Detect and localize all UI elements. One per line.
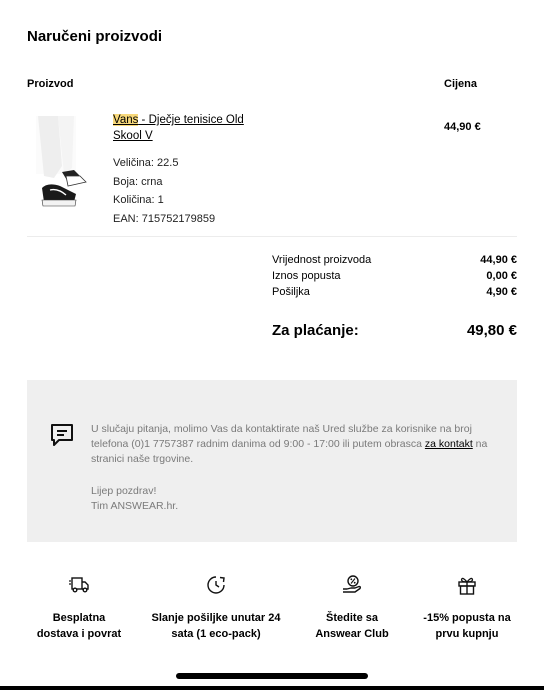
- feature-label: Besplatna: [52, 612, 106, 624]
- summary-value: 0,00 €: [486, 270, 517, 282]
- summary-label: Pošiljka: [272, 286, 310, 298]
- feature-label: Answear Club: [315, 628, 389, 640]
- feature-label: dostava i povrat: [36, 628, 122, 640]
- greeting: Lijep pozdrav! Tim ANSWEAR.hr.: [91, 484, 178, 514]
- product-price: 44,90 €: [444, 121, 481, 133]
- price-column-header: Cijena: [444, 78, 478, 90]
- product-image[interactable]: [28, 116, 98, 216]
- feature-label: sata (1 eco-pack): [171, 628, 261, 640]
- bottom-edge: [0, 686, 544, 690]
- feature-label: prvu kupnju: [435, 628, 499, 640]
- product-name-link[interactable]: Vans - Dječje tenisice Old Skool V: [113, 112, 263, 144]
- feature-answear-club: Štedite sa Answear Club: [288, 574, 416, 642]
- contact-text: U slučaju pitanja, molimo Vas da kontakt…: [91, 423, 472, 450]
- divider: [27, 236, 517, 237]
- contact-message: U slučaju pitanja, molimo Vas da kontakt…: [91, 422, 496, 467]
- home-indicator[interactable]: [176, 673, 368, 679]
- feature-first-purchase-discount: -15% popusta na prvu kupnju: [412, 574, 522, 642]
- feature-label: Slanje pošiljke unutar 24: [151, 612, 281, 624]
- contact-form-link[interactable]: za kontakt: [425, 438, 473, 450]
- feature-label: Štedite sa: [326, 612, 378, 624]
- discount-hand-icon: [343, 575, 362, 593]
- total-value: 49,80 €: [466, 322, 517, 339]
- product-size: Veličina: 22.5: [113, 157, 179, 169]
- signature-line: Tim ANSWEAR.hr.: [91, 500, 179, 512]
- summary-value: 4,90 €: [486, 286, 517, 298]
- gift-icon: [458, 577, 476, 595]
- product-column-header: Proizvod: [27, 78, 74, 90]
- product-brand[interactable]: Vans: [113, 114, 139, 126]
- product-ean: EAN: 715752179859: [113, 212, 216, 225]
- product-color: Boja: crna: [113, 175, 163, 188]
- summary-row-shipping: Pošiljka 4,90 €: [272, 285, 517, 300]
- delivery-truck-icon: [69, 577, 89, 593]
- clock-icon: [207, 576, 225, 594]
- chat-bubble-icon: [51, 424, 73, 446]
- greeting-line: Lijep pozdrav!: [91, 485, 157, 497]
- summary-value: 44,90 €: [480, 254, 517, 266]
- page-title: Naručeni proizvodi: [27, 28, 163, 45]
- feature-label: -15% popusta na: [423, 612, 511, 624]
- summary-row-discount: Iznos popusta 0,00 €: [272, 269, 517, 284]
- product-attributes: Veličina: 22.5 Boja: crna Količina: 1 EA…: [113, 154, 215, 228]
- contact-info-box: U slučaju pitanja, molimo Vas da kontakt…: [27, 380, 517, 542]
- total-label: Za plaćanje:: [272, 322, 359, 339]
- summary-label: Vrijednost proizvoda: [272, 254, 372, 266]
- feature-fast-shipping: Slanje pošiljke unutar 24 sata (1 eco-pac…: [146, 574, 286, 642]
- feature-free-delivery: Besplatna dostava i povrat: [14, 574, 144, 642]
- summary-label: Iznos popusta: [272, 270, 341, 282]
- product-quantity: Količina: 1: [113, 194, 164, 206]
- summary-row-product-value: Vrijednost proizvoda 44,90 €: [272, 253, 517, 268]
- total-row: Za plaćanje: 49,80 €: [272, 322, 517, 339]
